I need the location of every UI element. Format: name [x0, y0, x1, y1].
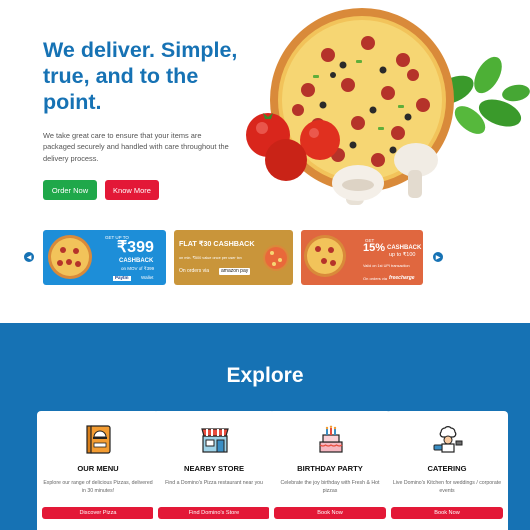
explore-card-catering: CATERING Live Domino's Kitchen for weddi… [386, 411, 508, 530]
freecharge-logo: freecharge [389, 275, 415, 281]
offer-line: FLAT ₹30 CASHBACK [179, 239, 255, 248]
card-title: CATERING [427, 464, 467, 473]
offer-line: Valid on 1st UPI transaction [363, 264, 410, 268]
birthday-cake-icon [319, 425, 343, 453]
offer-card-paytm[interactable]: GET UP TO ₹399 CASHBACK on MOV of ₹399 P… [43, 230, 166, 285]
explore-card-birthday-party: BIRTHDAY PARTY Celebrate the joy birthda… [269, 411, 391, 530]
offer-line: On orders via [179, 268, 210, 274]
card-title: BIRTHDAY PARTY [297, 464, 363, 473]
offer-line: Wallet [141, 275, 154, 280]
amazon-pay-logo: amazon pay [219, 268, 251, 275]
card-description: Explore our range of delicious Pizzas, d… [43, 480, 153, 494]
explore-card-nearby-store: NEARBY STORE Find a Domino's Pizza resta… [153, 411, 275, 530]
offers-carousel: ◀ GET UP TO ₹399 CASHBACK on MOV of ₹399… [0, 228, 530, 288]
pizza-slice-icon [263, 245, 289, 271]
card-description: Live Domino's Kitchen for weddings / cor… [392, 480, 502, 494]
carousel-prev-button[interactable]: ◀ [24, 252, 34, 262]
menu-book-icon [86, 425, 111, 454]
offer-card-amazon-pay[interactable]: FLAT ₹30 CASHBACK on min. ₹500 value onc… [174, 230, 293, 285]
card-title: NEARBY STORE [183, 464, 245, 473]
pizza-icon [48, 235, 92, 279]
storefront-icon [201, 428, 229, 453]
carousel-next-button[interactable]: ▶ [433, 252, 443, 262]
chevron-left-icon: ◀ [26, 254, 32, 261]
order-now-button[interactable]: Order Now [43, 180, 97, 200]
book-birthday-button[interactable]: Book Now [274, 507, 386, 519]
offer-line: on min. ₹500 value once per user txn [179, 256, 242, 260]
offer-line: on MOV of ₹399 [121, 266, 155, 271]
pizza-icon [304, 235, 346, 277]
offer-line: up to ₹100 [389, 252, 416, 258]
pizza-hero-image [246, 8, 530, 205]
offer-line: On orders via [363, 276, 388, 281]
explore-section: Explore OUR MENU Explore our range of de… [0, 323, 530, 530]
hero-section: We deliver. Simple, true, and to the poi… [0, 0, 530, 225]
explore-title: Explore [226, 364, 304, 387]
card-title: OUR MENU [77, 464, 119, 473]
offer-line: CASHBACK [119, 258, 154, 264]
know-more-button[interactable]: Know More [105, 180, 159, 200]
paytm-logo: Paytm [113, 275, 131, 281]
card-description: Celebrate the joy birthday with Fresh & … [280, 480, 380, 494]
chef-icon [433, 426, 463, 453]
find-store-button[interactable]: Find Domino's Store [158, 507, 270, 519]
page: We deliver. Simple, true, and to the poi… [0, 0, 530, 530]
discover-pizza-button[interactable]: Discover Pizza [42, 507, 154, 519]
card-description: Find a Domino's Pizza restaurant near yo… [165, 480, 263, 486]
explore-card-menu: OUR MENU Explore our range of delicious … [37, 411, 159, 530]
offer-amount: ₹399 [117, 239, 154, 256]
offer-line: CASHBACK [387, 245, 422, 251]
book-catering-button[interactable]: Book Now [391, 507, 503, 519]
chevron-right-icon: ▶ [435, 254, 441, 261]
offer-amount: 15% [363, 242, 386, 254]
hero-description: We take great care to ensure that your i… [43, 131, 229, 163]
offer-card-freecharge[interactable]: GET 15% CASHBACK up to ₹100 Valid on 1st… [301, 230, 423, 285]
